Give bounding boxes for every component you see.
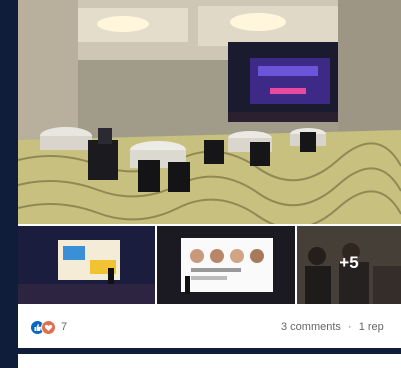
ballroom-photo-image [18,0,401,224]
reaction-count: 7 [61,321,68,333]
ballroom-photo[interactable] [18,0,401,224]
next-post-card-edge [18,354,401,368]
post-card: +5 7 3 comments · 1 rep [18,0,401,348]
thumbnail-speaker-slide[interactable] [157,226,295,304]
separator-dot: · [347,321,352,333]
engagement-counts: 3 comments · 1 rep [281,321,384,333]
reactions-summary[interactable]: 7 [30,319,67,335]
photo-thumbnails: +5 [18,226,401,304]
comments-count-link[interactable]: 3 comments [281,321,341,333]
more-photos-count: +5 [339,253,359,272]
thumbnail-more-photos[interactable]: +5 [297,226,401,304]
thumbnail-speaker-slide-image [157,226,295,304]
reposts-count-link[interactable]: 1 rep [359,321,384,333]
heart-icon [41,319,56,335]
thumbnail-stage-slide[interactable] [18,226,155,304]
thumbnail-stage-slide-image [18,226,155,304]
post-social-bar: 7 3 comments · 1 rep [18,304,401,348]
